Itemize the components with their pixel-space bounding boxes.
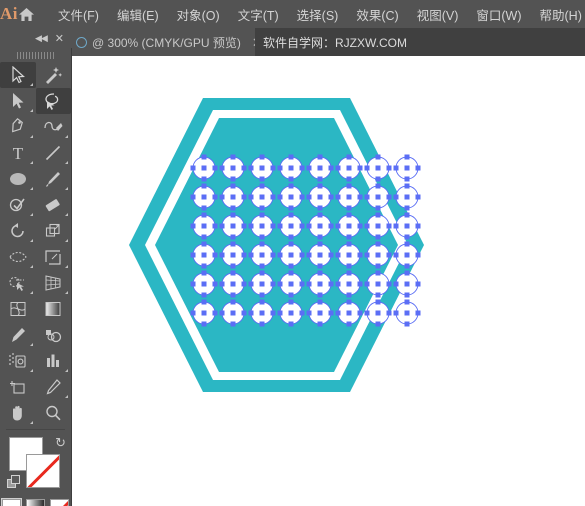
tool-expand-corner-icon xyxy=(65,161,68,164)
stroke-swatch[interactable] xyxy=(26,454,60,488)
tool-panel-grip[interactable] xyxy=(0,48,71,62)
tool-expand-corner-icon xyxy=(29,265,33,268)
document-icon xyxy=(76,36,87,48)
color-mode-gradient[interactable] xyxy=(26,499,45,506)
shaper-tool[interactable] xyxy=(0,192,36,218)
blend-tool[interactable] xyxy=(36,322,72,348)
tool-expand-corner-icon xyxy=(29,213,33,216)
menu-type[interactable]: 文字(T) xyxy=(229,1,288,28)
tab-inactive-label: 软件自学网：RJZXW.COM xyxy=(263,35,407,50)
tool-panel-divider xyxy=(6,429,65,430)
menu-item-list: 文件(F) 编辑(E) 对象(O) 文字(T) 选择(S) 效果(C) 视图(V… xyxy=(49,1,585,28)
tool-expand-corner-icon xyxy=(65,135,68,138)
menu-file[interactable]: 文件(F) xyxy=(49,1,108,28)
color-mode-solid[interactable] xyxy=(1,498,22,506)
line-segment-tool[interactable] xyxy=(36,140,72,166)
tools-panel: T ↻ xyxy=(0,48,72,506)
grip-dots-icon xyxy=(16,51,55,59)
width-tool[interactable] xyxy=(0,244,36,270)
magic-wand-tool[interactable] xyxy=(36,62,72,88)
tool-expand-corner-icon xyxy=(29,239,33,242)
tab-active-document[interactable]: @ 300% (CMYK/GPU 预览) ✕ xyxy=(68,28,271,56)
menu-object[interactable]: 对象(O) xyxy=(168,1,229,28)
tool-expand-corner-icon xyxy=(65,239,68,242)
tool-grid: T xyxy=(0,62,71,426)
pen-tool[interactable] xyxy=(0,114,36,140)
tool-expand-corner-icon xyxy=(29,343,33,346)
lasso-tool[interactable] xyxy=(35,88,71,114)
symbol-sprayer-tool[interactable] xyxy=(0,348,36,374)
tool-expand-corner-icon xyxy=(29,421,33,424)
document-canvas[interactable] xyxy=(72,56,585,506)
tool-expand-corner-icon xyxy=(29,187,33,190)
eraser-tool[interactable] xyxy=(36,192,72,218)
zoom-tool[interactable] xyxy=(36,400,72,426)
menu-view[interactable]: 视图(V) xyxy=(408,1,468,28)
scale-tool[interactable] xyxy=(36,218,72,244)
slice-tool[interactable] xyxy=(36,374,72,400)
tool-expand-corner-icon xyxy=(29,369,33,372)
tool-expand-corner-icon xyxy=(29,109,33,112)
artwork-hexagon-dot-pattern[interactable] xyxy=(72,56,585,506)
tool-expand-corner-icon xyxy=(65,369,68,372)
color-mode-row xyxy=(0,498,71,506)
tool-expand-corner-icon xyxy=(29,135,33,138)
tool-expand-corner-icon xyxy=(29,291,33,294)
swap-fill-stroke-icon[interactable]: ↻ xyxy=(55,435,66,451)
tool-expand-corner-icon xyxy=(65,291,68,294)
tool-expand-corner-icon xyxy=(65,395,68,398)
default-fill-stroke-icon[interactable] xyxy=(7,475,20,488)
hand-tool[interactable] xyxy=(0,400,36,426)
home-icon[interactable] xyxy=(18,0,35,28)
type-tool[interactable]: T xyxy=(0,140,36,166)
none-slash-icon xyxy=(51,500,68,506)
menu-bar: Ai 文件(F) 编辑(E) 对象(O) 文字(T) 选择(S) 效果(C) 视… xyxy=(0,0,585,28)
tool-expand-corner-icon xyxy=(65,213,68,216)
gradient-tool[interactable] xyxy=(36,296,72,322)
direct-selection-tool[interactable] xyxy=(0,88,36,114)
menu-edit[interactable]: 编辑(E) xyxy=(108,1,168,28)
menu-select[interactable]: 选择(S) xyxy=(288,1,348,28)
tool-expand-corner-icon xyxy=(65,265,68,268)
selection-tool[interactable] xyxy=(0,62,36,88)
shape-builder-tool[interactable] xyxy=(0,270,36,296)
menu-help[interactable]: 帮助(H) xyxy=(531,1,585,28)
tab-inactive-document[interactable]: 软件自学网：RJZXW.COM xyxy=(255,28,415,56)
ellipse-tool[interactable] xyxy=(0,166,36,192)
color-mode-none[interactable] xyxy=(50,499,69,506)
tab-active-label: @ 300% (CMYK/GPU 预览) xyxy=(92,35,241,50)
eyedropper-tool[interactable] xyxy=(0,322,36,348)
free-transform-tool[interactable] xyxy=(36,244,72,270)
artboard-tool[interactable] xyxy=(0,374,36,400)
fill-stroke-swatches: ↻ xyxy=(0,433,71,495)
tool-expand-corner-icon xyxy=(29,161,33,164)
close-panel-icon[interactable]: ✕ xyxy=(55,32,64,45)
illustrator-window: Ai 文件(F) 编辑(E) 对象(O) 文字(T) 选择(S) 效果(C) 视… xyxy=(0,0,585,506)
rotate-tool[interactable] xyxy=(0,218,36,244)
document-tab-bar: @ 300% (CMYK/GPU 预览) ✕ 软件自学网：RJZXW.COM xyxy=(0,28,585,56)
default-front-square xyxy=(11,475,20,484)
menu-window[interactable]: 窗口(W) xyxy=(467,1,530,28)
column-graph-tool[interactable] xyxy=(36,348,72,374)
tool-expand-corner-icon xyxy=(65,187,68,190)
svg-text:T: T xyxy=(13,144,24,162)
tool-panel-header: ◀◀ ✕ xyxy=(0,28,72,48)
mesh-tool[interactable] xyxy=(0,296,36,322)
app-logo: Ai xyxy=(0,4,18,23)
collapse-panel-icon[interactable]: ◀◀ xyxy=(35,33,48,44)
curvature-tool[interactable] xyxy=(36,114,72,140)
tool-expand-corner-icon xyxy=(29,83,33,86)
perspective-grid-tool[interactable] xyxy=(36,270,72,296)
menu-effect[interactable]: 效果(C) xyxy=(347,1,407,28)
paintbrush-tool[interactable] xyxy=(36,166,72,192)
none-slash-icon xyxy=(27,455,59,487)
